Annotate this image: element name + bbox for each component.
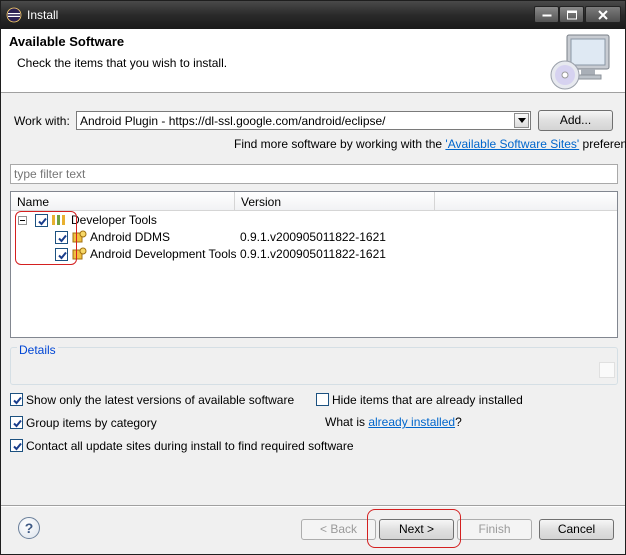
work-with-combo[interactable]: Android Plugin - https://dl-ssl.google.c… [76,111,531,130]
row-version: 0.9.1.v200905011822-1621 [240,230,386,244]
group-by-category-checkbox[interactable] [10,416,23,429]
row-name: Android Development Tools [90,247,237,261]
maximize-icon [566,10,577,19]
already-installed-link[interactable]: already installed [368,415,455,429]
row-checkbox[interactable] [55,231,68,244]
minimize-icon [542,14,551,16]
plugin-icon [71,229,87,245]
minimize-button[interactable] [534,6,559,23]
page-description: Check the items that you wish to install… [17,56,228,70]
work-with-value: Android Plugin - https://dl-ssl.google.c… [80,114,386,128]
filter-input[interactable] [10,164,618,184]
add-site-button[interactable]: Add... [538,110,613,131]
find-more-text: Find more software by working with the '… [234,137,626,151]
table-header: Name Version [11,192,617,211]
back-button[interactable]: < Back [301,519,376,540]
cancel-button[interactable]: Cancel [539,519,614,540]
finish-button[interactable]: Finish [457,519,532,540]
row-checkbox[interactable] [55,248,68,261]
install-dialog: Install Available Software Check the ite… [0,0,626,555]
column-version-header[interactable]: Version [235,192,435,210]
row-name: Developer Tools [71,213,157,227]
group-by-category-label[interactable]: Group items by category [26,416,157,430]
details-scroll-stub [599,362,615,378]
contact-sites-checkbox[interactable] [10,439,23,452]
hide-installed-checkbox[interactable] [316,393,329,406]
work-with-label: Work with: [14,114,70,128]
find-more-suffix: preferences. [582,137,626,151]
help-icon[interactable]: ? [18,517,40,539]
footer-separator [1,505,625,507]
available-software-sites-link[interactable]: 'Available Software Sites' [445,137,579,151]
eclipse-icon [6,7,22,23]
title-bar[interactable]: Install [1,1,625,29]
what-is-suffix: ? [455,415,462,429]
chevron-down-icon[interactable] [514,113,529,128]
find-more-prefix: Find more software by working with the [234,137,446,151]
show-latest-checkbox[interactable] [10,393,23,406]
table-row[interactable]: Android Development Tools 0.9.1.v2009050… [11,246,617,263]
row-version: 0.9.1.v200905011822-1621 [240,247,386,261]
table-row[interactable]: Android DDMS 0.9.1.v200905011822-1621 [11,229,617,246]
close-button[interactable] [585,6,621,23]
maximize-button[interactable] [559,6,584,23]
row-name: Android DDMS [90,230,171,244]
window-title: Install [27,8,59,22]
page-title: Available Software [9,34,125,49]
collapse-icon[interactable] [18,216,27,225]
monitor-cd-icon [547,31,613,91]
column-name-header[interactable]: Name [11,192,235,210]
next-button[interactable]: Next > [379,519,454,540]
hide-installed-label[interactable]: Hide items that are already installed [332,393,523,407]
plugin-icon [71,246,87,262]
details-group: Details [10,343,618,385]
wizard-header: Available Software Check the items that … [1,29,625,93]
show-latest-label[interactable]: Show only the latest versions of availab… [26,393,294,407]
category-icon [51,212,67,228]
details-legend: Details [17,343,58,357]
row-checkbox[interactable] [35,214,48,227]
table-row[interactable]: Developer Tools [11,212,617,229]
what-is-prefix: What is [325,415,369,429]
contact-sites-label[interactable]: Contact all update sites during install … [26,439,354,453]
close-icon [598,9,608,20]
what-is-installed-text: What is already installed? [325,415,462,429]
software-tree-table[interactable]: Name Version Developer Tools Android DDM… [10,191,618,338]
